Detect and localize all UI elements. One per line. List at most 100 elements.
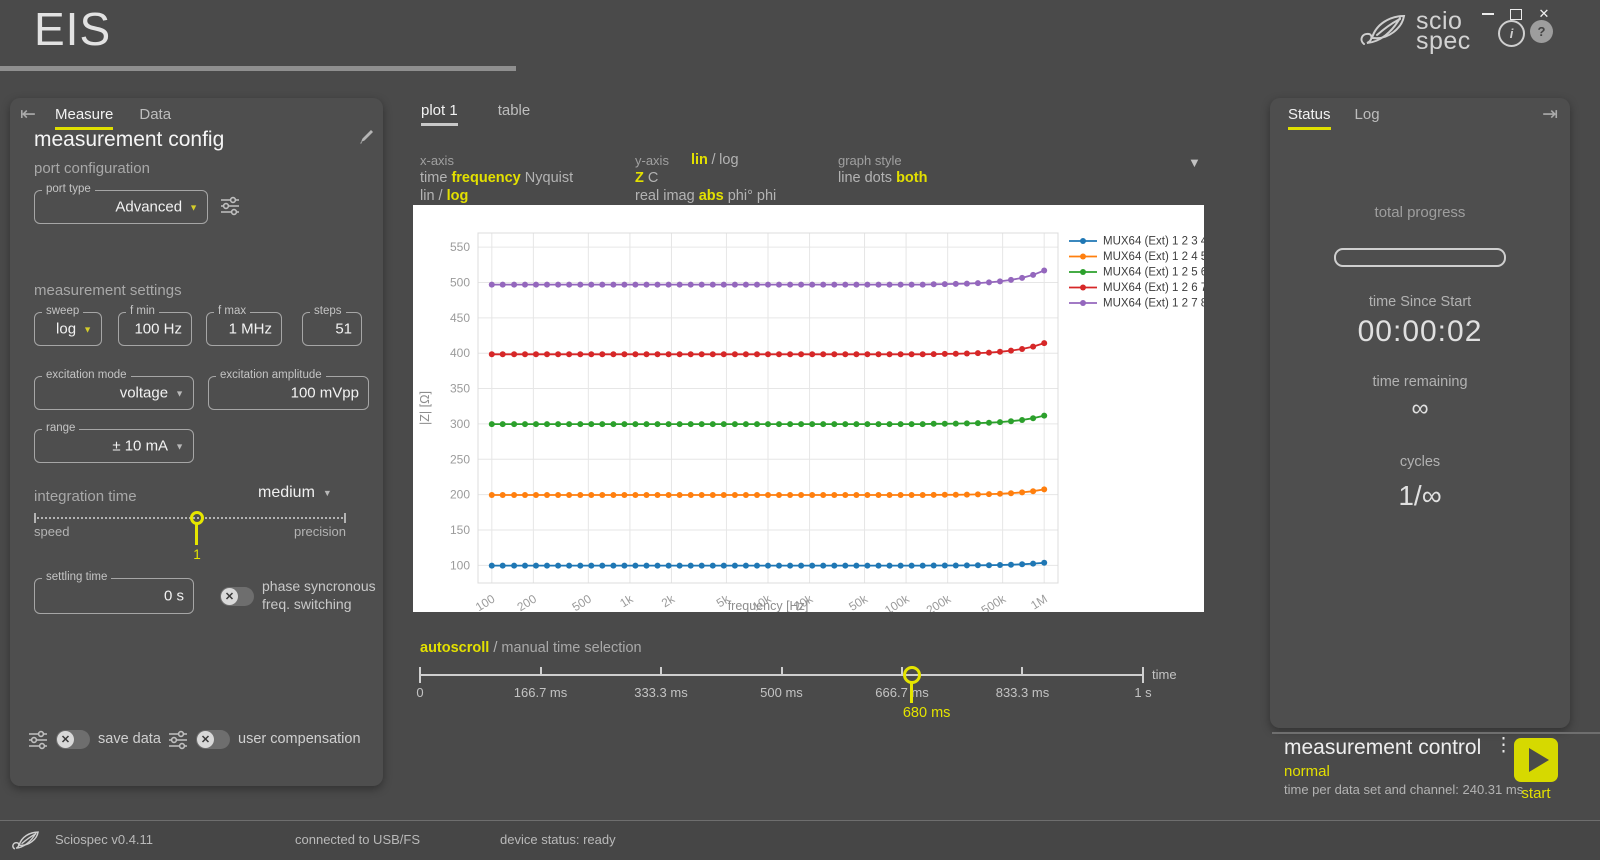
port-configuration-heading: port configuration [34, 160, 150, 177]
legend-item-3[interactable]: MUX64 (Ext) 1 2 5 6 [1103, 267, 1204, 279]
graph-config-collapse-icon[interactable]: ▼ [1188, 155, 1201, 170]
plot-tabs: plot 1 table [421, 102, 530, 126]
edit-pencil-icon[interactable] [358, 128, 375, 145]
slider-end-right [344, 513, 346, 523]
manual-time-selection-option[interactable]: manual time selection [501, 640, 641, 656]
phase-sync-toggle[interactable]: ✕ [220, 587, 254, 606]
tab-measure[interactable]: Measure [55, 106, 113, 130]
autoscroll-option[interactable]: autoscroll [420, 640, 489, 656]
save-data-settings-sliders-icon[interactable] [28, 730, 48, 750]
y-tick-label: 300 [450, 417, 470, 431]
f-min-field[interactable]: f min 100 Hz [118, 312, 192, 346]
settling-time-field[interactable]: settling time 0 s [34, 578, 194, 614]
f-min-label: f min [126, 305, 159, 317]
graph-style-option-dots[interactable]: dots [865, 170, 892, 186]
toggle-off-icon: ✕ [197, 731, 214, 748]
time-slider[interactable]: 0166.7 ms333.3 ms500 ms666.7 ms833.3 ms1… [420, 661, 1180, 725]
y-axis-option-c[interactable]: C [648, 170, 658, 186]
steps-field[interactable]: steps 51 [302, 312, 362, 346]
legend-item-4[interactable]: MUX64 (Ext) 1 2 6 7 [1103, 282, 1204, 294]
user-compensation-toggle[interactable]: ✕ [196, 730, 230, 749]
time-remaining-label: time remaining [1270, 374, 1570, 390]
device-status: device status: ready [500, 832, 616, 847]
x-axis-title: x-axis [420, 153, 573, 168]
x-tick-label: 500 [570, 592, 595, 612]
y-component-option-real[interactable]: real [635, 188, 659, 204]
y-tick-label: 500 [450, 275, 470, 289]
measure-panel: ⇤ Measure Data measurement config port c… [10, 98, 383, 786]
legend-item-2[interactable]: MUX64 (Ext) 1 2 4 5 [1103, 251, 1204, 263]
y-component-option-phi[interactable]: phi [757, 188, 776, 204]
excitation-amplitude-field[interactable]: excitation amplitude 100 mVpp [208, 376, 369, 410]
x-scale-option-log[interactable]: log [447, 188, 469, 204]
app-version: Sciospec v0.4.11 [55, 832, 153, 847]
x-tick-label: 500k [979, 591, 1009, 612]
y-scale-option-log[interactable]: log [719, 152, 738, 168]
connection-status: connected to USB/FS [295, 832, 420, 847]
range-dropdown[interactable]: range ± 10 mA▼ [34, 429, 194, 463]
tab-log[interactable]: Log [1355, 106, 1380, 130]
tab-status[interactable]: Status [1288, 106, 1331, 130]
collapse-left-panel-icon[interactable]: ⇤ [20, 103, 36, 126]
integration-time-slider[interactable]: speed precision 1 [34, 511, 346, 563]
title-underline [0, 66, 516, 71]
impedance-chart-svg: 1002005001k2k5k10k20k50k100k200k500k1M10… [413, 205, 1204, 612]
f-max-field[interactable]: f max 1 MHz [206, 312, 282, 346]
graph-style-option-both[interactable]: both [896, 170, 927, 186]
time-cursor-stem [910, 682, 913, 703]
time-tick-label: 500 ms [760, 685, 803, 700]
time-tick [1021, 667, 1023, 676]
tab-plot-1[interactable]: plot 1 [421, 102, 458, 126]
time-tick [781, 667, 783, 676]
legend-item-1[interactable]: MUX64 (Ext) 1 2 3 4 [1103, 236, 1204, 248]
help-icon[interactable]: ? [1530, 20, 1553, 43]
x-scale-option-lin[interactable]: lin [420, 188, 435, 204]
sciospec-leaf-icon [12, 828, 44, 854]
x-axis-option-nyquist[interactable]: Nyquist [525, 170, 573, 186]
excitation-amplitude-label: excitation amplitude [216, 369, 326, 381]
tab-table[interactable]: table [498, 102, 531, 126]
y-scale-option-lin[interactable]: lin [691, 152, 708, 168]
slider-handle-stem [195, 524, 198, 545]
x-axis-option-time[interactable]: time [420, 170, 447, 186]
info-icon[interactable]: i [1498, 20, 1525, 47]
chevron-down-icon: ▼ [175, 441, 184, 451]
y-component-option-imag[interactable]: imag [663, 188, 694, 204]
toggle-off-icon: ✕ [221, 588, 238, 605]
port-settings-sliders-icon[interactable] [220, 196, 240, 216]
save-data-toggle[interactable]: ✕ [56, 730, 90, 749]
y-axis-option-z[interactable]: Z [635, 170, 644, 186]
x-axis-option-frequency[interactable]: frequency [451, 170, 520, 186]
measurement-control-menu-icon[interactable]: ⋮ [1494, 741, 1513, 751]
collapse-right-panel-icon[interactable]: ⇥ [1542, 103, 1558, 126]
y-tick-label: 350 [450, 382, 470, 396]
y-component-option-phideg[interactable]: phi° [728, 188, 753, 204]
measurement-control-title: measurement control [1284, 736, 1481, 760]
phase-sync-label: phase syncronous freq. switching [262, 578, 376, 613]
slider-position-value: 1 [184, 547, 210, 562]
y-axis-config: y-axis lin / log Z C real imag abs phi° … [635, 153, 776, 204]
eis-application-window: EIS scio spec ✕ i ? ⇤ Measure Data measu… [0, 0, 1600, 860]
y-component-option-abs[interactable]: abs [699, 188, 724, 204]
start-button[interactable] [1514, 738, 1558, 782]
excitation-mode-dropdown[interactable]: excitation mode voltage▼ [34, 376, 194, 410]
integration-time-value: medium [258, 484, 315, 502]
steps-value: 51 [335, 321, 352, 338]
time-tick-label: 833.3 ms [996, 685, 1049, 700]
user-compensation-settings-sliders-icon[interactable] [168, 730, 188, 750]
excitation-mode-label: excitation mode [42, 369, 131, 381]
integration-time-dropdown[interactable]: medium ▼ [258, 484, 332, 502]
legend-item-5[interactable]: MUX64 (Ext) 1 2 7 8 [1103, 298, 1204, 310]
scale-separator: / [439, 188, 443, 204]
impedance-chart: 1002005001k2k5k10k20k50k100k200k500k1M10… [413, 205, 1204, 612]
steps-label: steps [310, 305, 346, 317]
graph-style-option-line[interactable]: line [838, 170, 861, 186]
sweep-dropdown[interactable]: sweep log▼ [34, 312, 102, 346]
tab-data[interactable]: Data [139, 106, 171, 130]
cycles-value: 1/∞ [1270, 480, 1570, 512]
port-type-dropdown[interactable]: port type Advanced▼ [34, 190, 208, 224]
time-tick-label: 333.3 ms [634, 685, 687, 700]
minimize-button[interactable] [1479, 6, 1497, 22]
slider-handle[interactable] [190, 511, 204, 525]
maximize-icon [1510, 9, 1522, 20]
